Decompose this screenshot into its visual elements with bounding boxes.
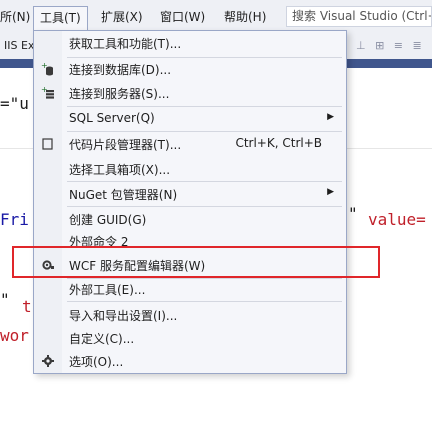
menu-item-nuget[interactable]: NuGet 包管理器(N) ▶ <box>34 182 346 206</box>
menu-item-label: 连接到数据库(D)... <box>69 63 172 77</box>
menu-item-label: 代码片段管理器(T)... <box>69 138 182 152</box>
menu-item-snippet-manager[interactable]: 代码片段管理器(T)... Ctrl+K, Ctrl+B <box>34 132 346 156</box>
menu-item-label: NuGet 包管理器(N) <box>69 188 178 202</box>
menu-file[interactable]: 所(N) <box>0 6 36 28</box>
code-line-1: ="u <box>0 94 29 113</box>
menu-help[interactable]: 帮助(H) <box>218 6 272 28</box>
highlight-annotation-box <box>12 246 380 278</box>
code-line-3a: " <box>0 290 10 309</box>
code-line-2b: " <box>348 204 358 223</box>
menu-item-label: 连接到服务器(S)... <box>69 87 170 101</box>
database-plus-icon: + <box>41 61 55 76</box>
menu-window[interactable]: 窗口(W) <box>154 6 211 28</box>
submenu-arrow-icon: ▶ <box>327 187 334 197</box>
menu-item-label: 创建 GUID(G) <box>69 213 147 227</box>
tools-dropdown-menu: 获取工具和功能(T)... + 连接到数据库(D)... + 连接到服务器(S)… <box>33 30 347 374</box>
menu-item-options[interactable]: 选项(O)... <box>34 349 346 373</box>
menu-item-external-tools[interactable]: 外部工具(E)... <box>34 277 346 301</box>
menu-bar: 所(N) 工具(T) 扩展(X) 窗口(W) 帮助(H) 搜索 Visual S… <box>0 0 432 33</box>
submenu-arrow-icon: ▶ <box>327 112 334 122</box>
code-line-2c: value= <box>368 210 426 229</box>
menu-tools[interactable]: 工具(T) <box>33 6 88 31</box>
menu-item-label: 外部工具(E)... <box>69 283 146 297</box>
code-line-2a: Fri <box>0 210 29 229</box>
menu-item-label: 导入和导出设置(I)... <box>69 309 178 323</box>
gear-icon <box>41 354 55 368</box>
code-line-3b: t <box>22 297 32 316</box>
menu-item-get-tools[interactable]: 获取工具和功能(T)... <box>34 31 346 55</box>
menu-item-choose-toolbox[interactable]: 选择工具箱项(X)... <box>34 157 346 181</box>
menu-item-label: 自定义(C)... <box>69 332 135 346</box>
menu-item-create-guid[interactable]: 创建 GUID(G) <box>34 207 346 231</box>
menu-item-connect-server[interactable]: + 连接到服务器(S)... <box>34 81 346 105</box>
menu-separator <box>67 301 342 302</box>
code-line-4: wor <box>0 326 29 345</box>
menu-item-sql-server[interactable]: SQL Server(Q) ▶ <box>34 107 346 131</box>
menu-item-label: 选择工具箱项(X)... <box>69 163 171 177</box>
toolbar-iis-label[interactable]: IIS Ex <box>4 39 34 52</box>
menu-extensions[interactable]: 扩展(X) <box>95 6 149 28</box>
menu-item-label: SQL Server(Q) <box>69 111 155 125</box>
menu-item-connect-database[interactable]: + 连接到数据库(D)... <box>34 57 346 81</box>
snippet-icon <box>41 137 55 151</box>
menu-item-customize[interactable]: 自定义(C)... <box>34 326 346 350</box>
menu-item-label: 选项(O)... <box>69 355 124 369</box>
server-plus-icon: + <box>41 85 55 100</box>
menu-item-import-export[interactable]: 导入和导出设置(I)... <box>34 303 346 327</box>
toolbar-layout-icons[interactable]: ⊥ ⊞ ≡ ≣ <box>356 39 425 52</box>
search-box[interactable]: 搜索 Visual Studio (Ctrl+ <box>286 6 432 27</box>
menu-item-label: 获取工具和功能(T)... <box>69 37 182 51</box>
menu-item-shortcut: Ctrl+K, Ctrl+B <box>235 136 322 150</box>
